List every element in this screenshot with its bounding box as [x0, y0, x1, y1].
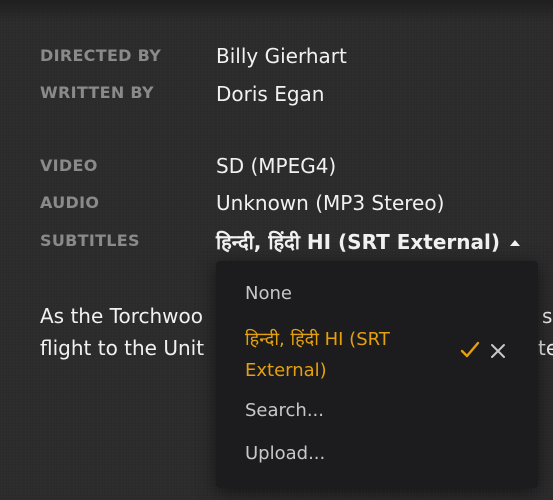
- audio-value[interactable]: Unknown (MP3 Stereo): [216, 191, 444, 215]
- video-value: SD (MPEG4): [216, 154, 337, 178]
- close-icon[interactable]: [490, 343, 506, 359]
- caret-up-icon: [509, 239, 520, 246]
- subtitles-dropdown-menu: None हिन्दी, हिंदी HI (SRT External) Sea…: [216, 261, 538, 488]
- directed-by-value[interactable]: Billy Gierhart: [216, 44, 347, 68]
- subtitles-label: SUBTITLES: [40, 231, 140, 250]
- written-by-value[interactable]: Doris Egan: [216, 82, 324, 106]
- subtitles-dropdown-trigger[interactable]: हिन्दी, हिंदी HI (SRT External): [216, 228, 520, 255]
- subtitle-option-hindi[interactable]: हिन्दी, हिंदी HI (SRT External): [245, 324, 435, 386]
- subtitle-option-search[interactable]: Search...: [245, 400, 324, 421]
- subtitles-selected-value: हिन्दी, हिंदी HI (SRT External): [216, 230, 500, 254]
- audio-label: AUDIO: [40, 193, 100, 212]
- subtitle-option-upload[interactable]: Upload...: [245, 443, 325, 464]
- video-label: VIDEO: [40, 156, 98, 175]
- check-icon: [460, 341, 480, 358]
- subtitle-option-none[interactable]: None: [245, 283, 292, 304]
- written-by-label: WRITTEN BY: [40, 83, 154, 102]
- directed-by-label: DIRECTED BY: [40, 46, 162, 65]
- top-fade: [0, 0, 553, 22]
